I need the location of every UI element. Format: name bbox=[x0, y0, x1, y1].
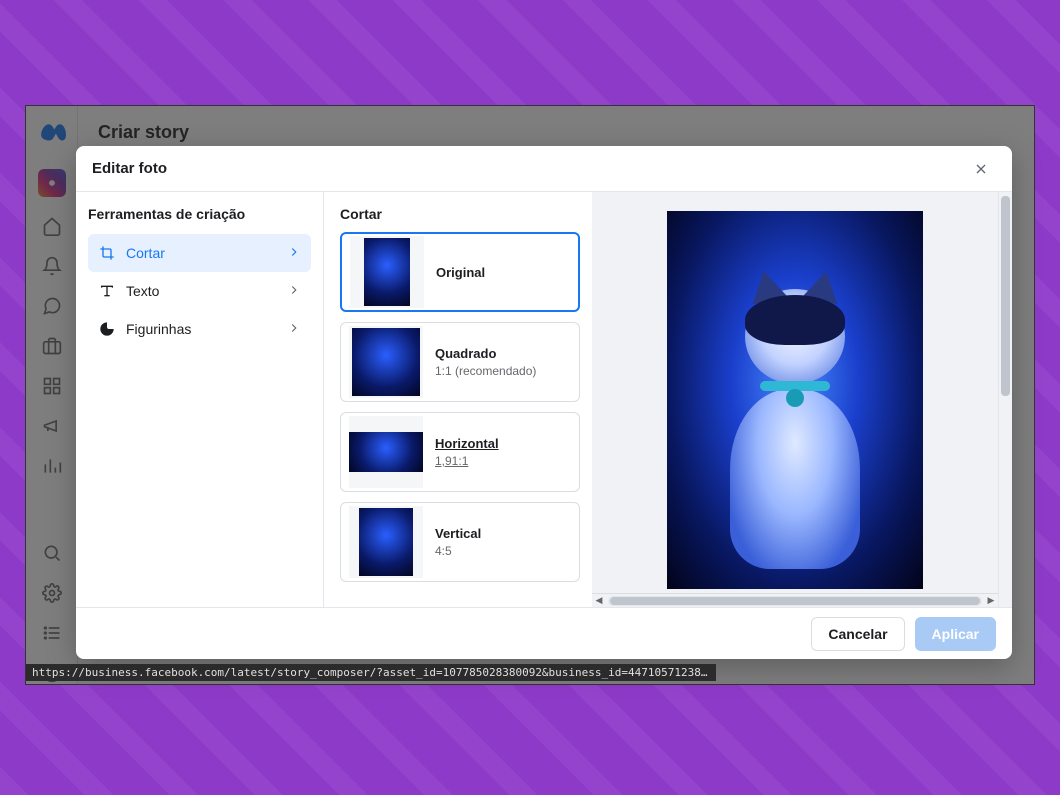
app-window: Criar story Editar foto Ferramentas de c… bbox=[25, 105, 1035, 685]
modal-body: Ferramentas de criação Cortar Texto bbox=[76, 192, 1012, 607]
modal-footer: Cancelar Aplicar bbox=[76, 607, 1012, 659]
vertical-scrollbar[interactable] bbox=[998, 192, 1012, 607]
chevron-right-icon bbox=[287, 283, 301, 300]
scroll-left-icon[interactable]: ◀ bbox=[592, 595, 606, 606]
crop-option-horizontal[interactable]: Horizontal 1,91:1 bbox=[340, 412, 580, 492]
chevron-right-icon bbox=[287, 245, 301, 262]
crop-option-original[interactable]: Original bbox=[340, 232, 580, 312]
modal-content: Cortar Original Quadrado 1:1 (recomendad… bbox=[324, 192, 1012, 607]
close-button[interactable] bbox=[966, 154, 996, 184]
crop-option-title: Horizontal bbox=[435, 436, 499, 451]
cancel-label: Cancelar bbox=[828, 626, 887, 642]
crop-option-vertical[interactable]: Vertical 4:5 bbox=[340, 502, 580, 582]
crop-thumb bbox=[349, 326, 423, 398]
modal-header: Editar foto bbox=[76, 146, 1012, 192]
status-url-preview: https://business.facebook.com/latest/sto… bbox=[26, 664, 716, 681]
crop-option-subtitle: 4:5 bbox=[435, 544, 481, 558]
crop-option-title: Vertical bbox=[435, 526, 481, 541]
image-preview[interactable] bbox=[667, 211, 923, 589]
text-icon bbox=[98, 282, 116, 300]
tool-text[interactable]: Texto bbox=[88, 272, 311, 310]
image-preview-area: ◀ ▶ bbox=[592, 192, 998, 607]
crop-thumb bbox=[349, 416, 423, 488]
edit-photo-modal: Editar foto Ferramentas de criação Corta… bbox=[76, 146, 1012, 659]
sticker-icon bbox=[98, 320, 116, 338]
apply-label: Aplicar bbox=[932, 626, 979, 642]
crop-thumb bbox=[349, 506, 423, 578]
crop-heading: Cortar bbox=[340, 206, 580, 222]
tool-label: Figurinhas bbox=[126, 321, 191, 337]
tools-heading: Ferramentas de criação bbox=[88, 206, 311, 222]
preview-subject bbox=[715, 289, 875, 569]
modal-title: Editar foto bbox=[92, 160, 167, 177]
apply-button[interactable]: Aplicar bbox=[915, 617, 996, 651]
crop-option-title: Original bbox=[436, 265, 485, 280]
crop-icon bbox=[98, 244, 116, 262]
close-icon bbox=[973, 161, 989, 177]
crop-option-subtitle: 1,91:1 bbox=[435, 454, 499, 468]
chevron-right-icon bbox=[287, 321, 301, 338]
crop-option-title: Quadrado bbox=[435, 346, 536, 361]
crop-option-square[interactable]: Quadrado 1:1 (recomendado) bbox=[340, 322, 580, 402]
tool-stickers[interactable]: Figurinhas bbox=[88, 310, 311, 348]
tools-sidebar: Ferramentas de criação Cortar Texto bbox=[76, 192, 324, 607]
tool-label: Cortar bbox=[126, 245, 165, 261]
horizontal-scrollbar[interactable]: ◀ ▶ bbox=[592, 593, 998, 607]
cancel-button[interactable]: Cancelar bbox=[811, 617, 904, 651]
crop-options-panel: Cortar Original Quadrado 1:1 (recomendad… bbox=[324, 192, 592, 607]
crop-option-subtitle: 1:1 (recomendado) bbox=[435, 364, 536, 378]
scroll-right-icon[interactable]: ▶ bbox=[984, 595, 998, 606]
tool-crop[interactable]: Cortar bbox=[88, 234, 311, 272]
tool-label: Texto bbox=[126, 283, 159, 299]
crop-thumb bbox=[350, 236, 424, 308]
